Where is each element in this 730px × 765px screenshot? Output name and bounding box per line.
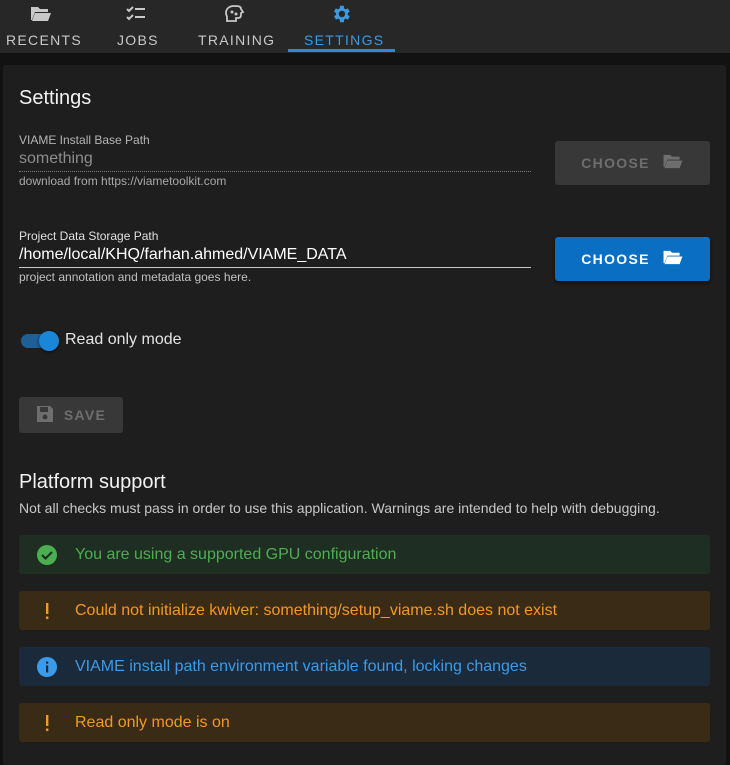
gear-icon [330,4,352,24]
alert-text: VIAME install path environment variable … [75,657,527,675]
alert-kwiver-warning: Could not initialize kwiver: something/s… [19,591,710,630]
read-only-label: Read only mode [65,331,182,348]
alert-gpu-supported: You are using a supported GPU configurat… [19,535,710,574]
data-path-underline [19,267,531,268]
toggle-thumb [39,331,59,351]
exclamation-icon [19,602,75,620]
alert-install-path-info: VIAME install path environment variable … [19,647,710,686]
platform-support-subtitle: Not all checks must pass in order to use… [19,500,660,516]
install-path-underline [19,171,531,172]
install-path-input[interactable]: something [19,150,93,168]
tab-label: TRAINING [198,32,276,48]
brain-icon [223,4,245,24]
alert-text: Read only mode is on [75,713,230,731]
save-button[interactable]: SAVE [19,397,123,433]
read-only-toggle[interactable] [21,331,61,351]
data-path-label: Project Data Storage Path [19,229,159,243]
check-circle-icon [19,544,75,565]
tab-label: JOBS [117,32,159,48]
top-nav-bar: RECENTS JOBS TRAINING SETTINGS [0,0,730,53]
install-path-label: VIAME Install Base Path [19,133,150,147]
data-path-hint: project annotation and metadata goes her… [19,270,252,284]
folder-open-icon [662,249,684,269]
checklist-icon [125,4,147,24]
page-title: Settings [19,87,92,109]
tab-label: SETTINGS [304,32,385,48]
info-circle-icon [19,656,75,677]
tab-settings[interactable]: SETTINGS [304,0,383,53]
tab-label: RECENTS [6,32,82,48]
save-icon [36,405,54,426]
active-tab-indicator [288,49,395,52]
alert-text: You are using a supported GPU configurat… [75,545,397,563]
install-path-hint: download from https://viametoolkit.com [19,174,227,188]
data-path-input[interactable]: /home/local/KHQ/farhan.ahmed/VIAME_DATA [19,246,347,264]
choose-data-path-button[interactable]: CHOOSE [555,237,710,281]
tab-jobs[interactable]: JOBS [117,0,157,53]
save-label: SAVE [63,407,107,423]
exclamation-icon [19,714,75,732]
folder-open-icon [30,4,52,24]
tab-training[interactable]: TRAINING [198,0,276,53]
folder-open-icon [662,153,684,173]
button-label: CHOOSE [581,155,650,171]
tab-recents[interactable]: RECENTS [6,0,81,53]
button-label: CHOOSE [581,251,650,267]
alert-text: Could not initialize kwiver: something/s… [75,601,558,619]
alert-read-only-warning: Read only mode is on [19,703,710,742]
platform-support-title: Platform support [19,471,166,493]
choose-install-path-button[interactable]: CHOOSE [555,141,710,185]
